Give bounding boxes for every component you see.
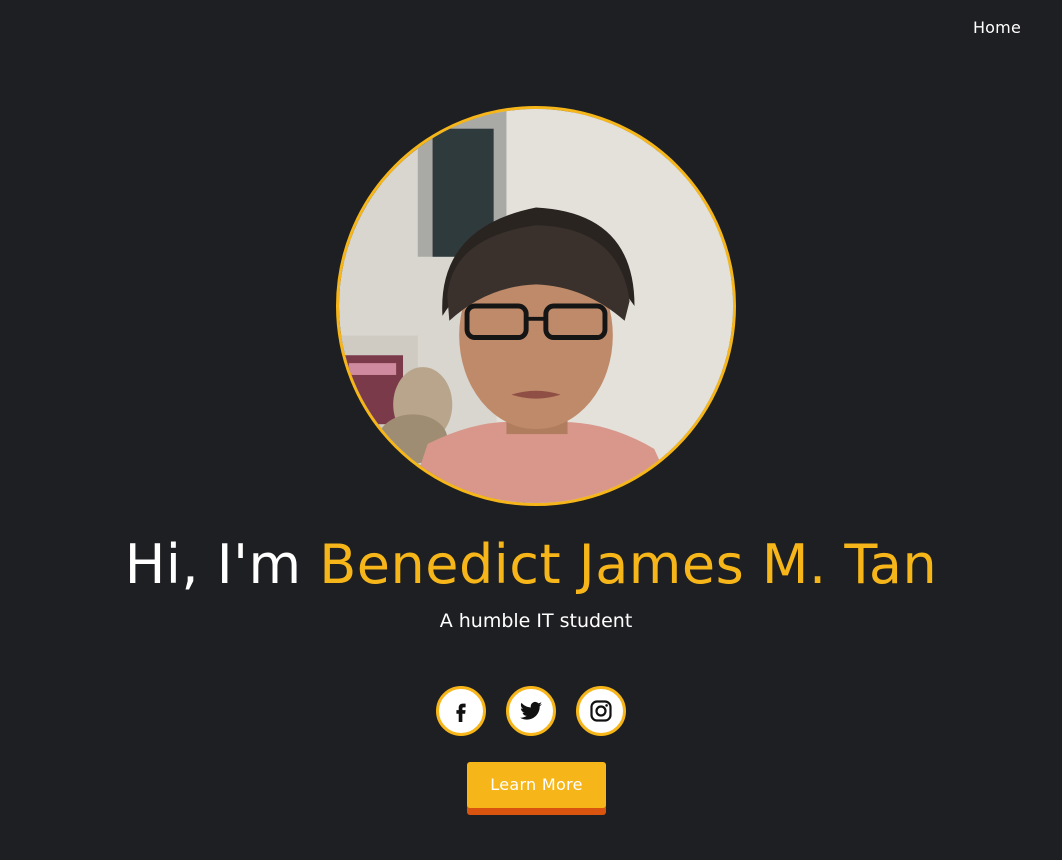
facebook-icon [456, 703, 466, 722]
hero-name: Benedict James M. Tan [319, 533, 938, 596]
social-links [436, 686, 626, 736]
top-nav: Home [973, 18, 1021, 37]
facebook-button[interactable] [436, 686, 486, 736]
nav-home-link[interactable]: Home [973, 18, 1021, 37]
hero-headline: Hi, I'm Benedict James M. Tan [0, 530, 1062, 600]
instagram-icon [590, 700, 612, 722]
hero-greeting: Hi, I'm [124, 533, 320, 596]
instagram-button[interactable] [576, 686, 626, 736]
learn-more-button[interactable]: Learn More [467, 762, 606, 808]
hero-subtitle: A humble IT student [439, 610, 633, 632]
profile-photo [336, 106, 736, 506]
twitter-button[interactable] [506, 686, 556, 736]
twitter-icon [520, 701, 542, 720]
portfolio-page: Home Hi, I'm Benedict James M. Tan A hum… [0, 0, 1062, 860]
profile-photo-image [339, 109, 733, 503]
